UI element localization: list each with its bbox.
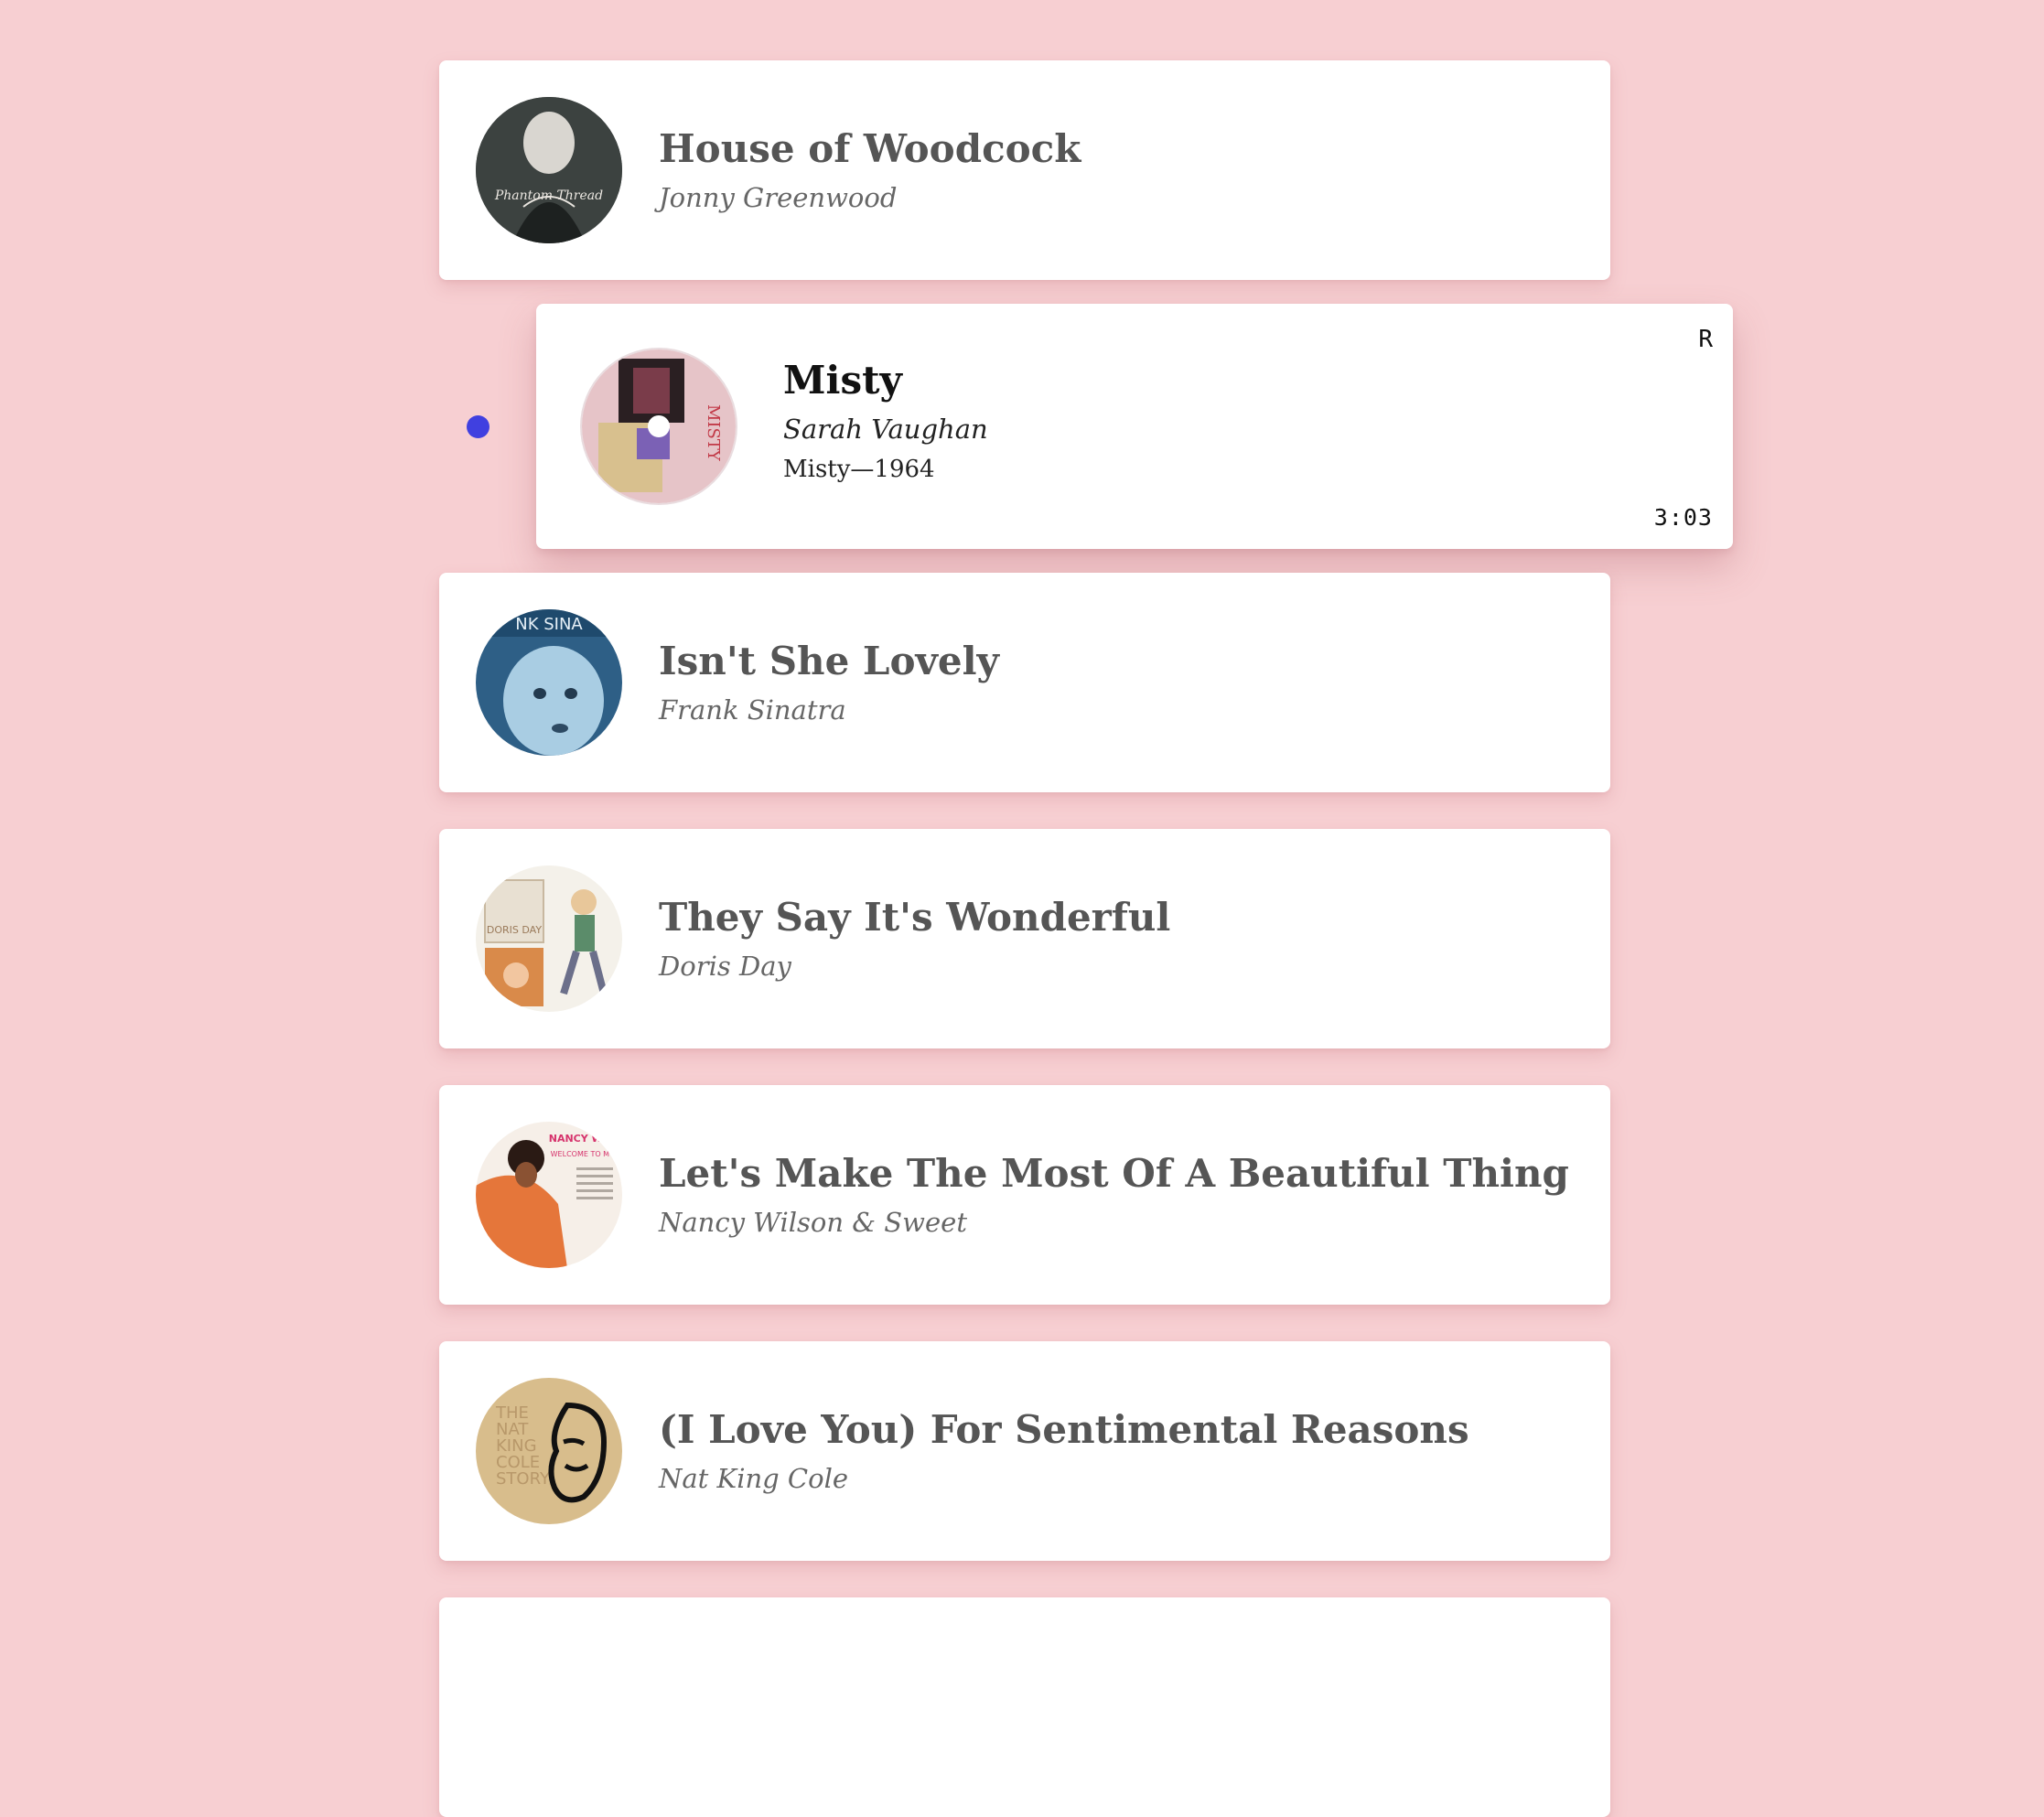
nancy-wilson-cover-icon: NANCY WILSON WELCOME TO MY LOVE <box>476 1122 622 1268</box>
svg-text:NK SINA: NK SINA <box>515 615 583 634</box>
track-card[interactable]: DORIS DAY They Say It's Wonderful Doris … <box>439 829 1610 1048</box>
track-artist: Jonny Greenwood <box>659 182 898 214</box>
track-card[interactable] <box>439 1597 1610 1817</box>
track-album: Misty—1964 <box>783 456 935 484</box>
svg-text:STORY: STORY <box>496 1469 551 1489</box>
doris-day-cover-icon: DORIS DAY <box>476 865 622 1012</box>
svg-text:WELCOME TO MY LOVE: WELCOME TO MY LOVE <box>551 1150 622 1158</box>
now-playing-indicator <box>467 415 489 438</box>
track-artist: Frank Sinatra <box>659 694 846 726</box>
track-title: (I Love You) For Sentimental Reasons <box>659 1406 1469 1452</box>
track-title: Isn't She Lovely <box>659 638 999 683</box>
track-card-active[interactable]: MISTY Misty Sarah Vaughan Misty—1964 R 3… <box>536 304 1733 549</box>
track-card[interactable]: NK SINA Isn't She Lovely Frank Sinatra <box>439 573 1610 792</box>
track-artist: Nancy Wilson & Sweet <box>659 1207 967 1239</box>
svg-text:DORIS DAY: DORIS DAY <box>487 924 542 936</box>
track-card[interactable]: Phantom Thread House of Woodcock Jonny G… <box>439 60 1610 280</box>
track-duration: 3:03 <box>1653 504 1713 531</box>
misty-cover-icon: MISTY <box>582 349 736 503</box>
track-artist: Sarah Vaughan <box>783 414 988 446</box>
track-title: Misty <box>783 358 902 403</box>
nat-king-cole-cover-icon: THE NAT KING COLE STORY <box>476 1378 622 1524</box>
track-title: Let's Make The Most Of A Beautiful Thing <box>659 1150 1569 1196</box>
track-title: They Say It's Wonderful <box>659 894 1171 940</box>
repeat-toggle[interactable]: R <box>1698 326 1713 353</box>
track-card[interactable]: NANCY WILSON WELCOME TO MY LOVE Let's Ma… <box>439 1085 1610 1305</box>
track-artist: Nat King Cole <box>659 1463 849 1495</box>
sinatra-baby-cover-icon: NK SINA <box>476 609 622 756</box>
track-card[interactable]: THE NAT KING COLE STORY (I Love You) For… <box>439 1341 1610 1561</box>
svg-text:MISTY: MISTY <box>704 404 723 462</box>
track-title: House of Woodcock <box>659 125 1081 171</box>
svg-text:NANCY WILSON: NANCY WILSON <box>549 1133 622 1145</box>
phantom-thread-cover-icon: Phantom Thread <box>476 97 622 243</box>
track-artist: Doris Day <box>659 951 791 983</box>
svg-text:Phantom Thread: Phantom Thread <box>494 188 603 203</box>
